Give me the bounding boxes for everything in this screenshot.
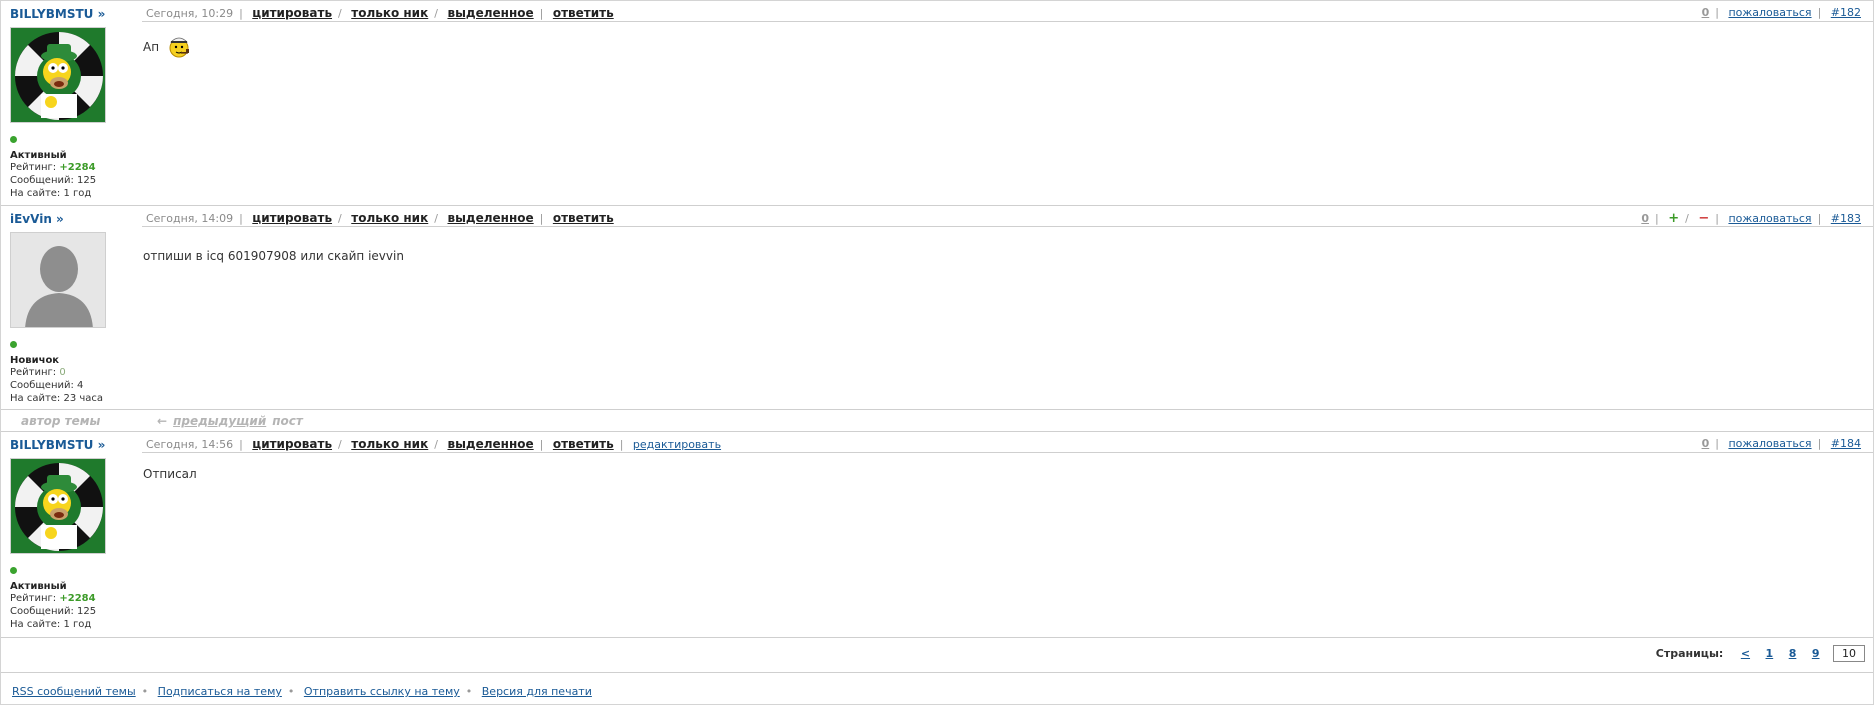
author-nick-link[interactable]: iEvVin » [10, 212, 64, 226]
user-onsite: На сайте: 1 год [10, 188, 92, 199]
complain-link[interactable]: пожаловаться [1728, 437, 1811, 450]
print-version-link[interactable]: Версия для печати [482, 685, 592, 698]
page-link-9[interactable]: 9 [1812, 647, 1820, 660]
reply-button[interactable]: ответить [553, 6, 614, 20]
online-status-dot [10, 567, 17, 574]
post-183: iEvVin » Новичок Рейтинг: 0 Сообщений: 4… [1, 206, 1873, 410]
topic-author-label: автор темы [21, 414, 101, 428]
user-rating-line: Рейтинг: +2284 [10, 592, 140, 605]
post-actions: Сегодня, 14:56 | цитировать / только ник / … [146, 437, 722, 451]
post-number-link[interactable]: #184 [1831, 437, 1861, 450]
prev-post-link-group: ← предыдущий пост [157, 414, 303, 428]
user-messages: Сообщений: 125 [10, 606, 97, 617]
rating-value: +2284 [59, 593, 96, 604]
post-182: BILLYBMSTU » Активный Рейтинг: +2284 Соо… [1, 1, 1873, 206]
rating-label: Рейтинг: [10, 162, 57, 173]
user-rating-line: Рейтинг: +2284 [10, 161, 140, 174]
post-header: Сегодня, 10:29 | цитировать / только ник / … [142, 1, 1873, 22]
quote-button[interactable]: цитировать [252, 437, 332, 451]
page-prev-link[interactable]: < [1741, 647, 1750, 660]
rating-label: Рейтинг: [10, 593, 57, 604]
send-link[interactable]: Отправить ссылку на тему [304, 685, 460, 698]
nick-only-button[interactable]: только ник [351, 437, 428, 451]
forum-topic-page: BILLYBMSTU » Активный Рейтинг: +2284 Соо… [0, 0, 1874, 705]
post-text: Ап [143, 40, 160, 54]
reply-button[interactable]: ответить [553, 211, 614, 225]
current-page-box: 10 [1833, 645, 1865, 662]
online-status-dot [10, 341, 17, 348]
edit-button[interactable]: редактировать [633, 438, 721, 451]
post-text: Отписал [143, 467, 197, 481]
votes-count[interactable]: 0 [1641, 212, 1649, 225]
page-link-1[interactable]: 1 [1766, 647, 1774, 660]
rating-label: Рейтинг: [10, 367, 57, 378]
pipe-smoking-smiley-icon [169, 37, 189, 58]
author-nick-link[interactable]: BILLYBMSTU » [10, 7, 105, 21]
user-messages: Сообщений: 4 [10, 380, 84, 391]
pagination-bar: Страницы: < 1 8 9 10 [1, 638, 1873, 673]
votes-count[interactable]: 0 [1702, 6, 1710, 19]
post-author-panel: BILLYBMSTU » Активный Рейтинг: +2284 Соо… [10, 7, 140, 200]
post-actions: Сегодня, 14:09 | цитировать / только ник / … [146, 211, 614, 225]
page-link-8[interactable]: 8 [1789, 647, 1797, 660]
pages-label: Страницы: [1655, 647, 1724, 660]
post-date: Сегодня, 10:29 [146, 7, 234, 20]
user-rating-line: Рейтинг: 0 [10, 366, 140, 379]
reply-button[interactable]: ответить [553, 437, 614, 451]
post-text: отпиши в icq 601907908 или скайп ievvin [143, 249, 404, 263]
homer-avatar-image [11, 459, 105, 553]
topic-footer-links: RSS сообщений темы • Подписаться на тему •… [12, 685, 592, 698]
left-arrow-icon: ← [157, 414, 168, 428]
prev-post-nav: автор темы ← предыдущий пост [1, 410, 1873, 432]
post-label: пост [272, 414, 303, 428]
post-author-panel: iEvVin » Новичок Рейтинг: 0 Сообщений: 4… [10, 212, 140, 405]
homer-avatar-image [11, 28, 105, 122]
user-messages: Сообщений: 125 [10, 175, 97, 186]
user-status: Активный [10, 581, 67, 592]
quote-selected-button[interactable]: выделенное [447, 211, 533, 225]
avatar[interactable] [10, 458, 106, 554]
post-body: Ап [143, 34, 191, 58]
pagination: Страницы: < 1 8 9 10 [1656, 645, 1865, 662]
post-tools: 0 | + / − | пожаловаться | #183 [1641, 211, 1861, 226]
quote-button[interactable]: цитировать [252, 6, 332, 20]
vote-minus-button[interactable]: − [1698, 211, 1709, 226]
post-number-link[interactable]: #182 [1831, 6, 1861, 19]
post-number-link[interactable]: #183 [1831, 212, 1861, 225]
author-nick-link[interactable]: BILLYBMSTU » [10, 438, 105, 452]
avatar[interactable] [10, 27, 106, 123]
user-onsite: На сайте: 23 часа [10, 393, 104, 404]
votes-count[interactable]: 0 [1702, 437, 1710, 450]
post-body: Отписал [143, 467, 197, 481]
quote-selected-button[interactable]: выделенное [447, 6, 533, 20]
rss-link[interactable]: RSS сообщений темы [12, 685, 136, 698]
post-header: Сегодня, 14:56 | цитировать / только ник / … [142, 432, 1873, 453]
complain-link[interactable]: пожаловаться [1728, 6, 1811, 19]
default-avatar-silhouette [11, 233, 105, 327]
nick-only-button[interactable]: только ник [351, 211, 428, 225]
online-status-dot [10, 136, 17, 143]
post-date: Сегодня, 14:09 [146, 212, 234, 225]
vote-plus-button[interactable]: + [1668, 211, 1679, 226]
post-author-panel: BILLYBMSTU » Активный Рейтинг: +2284 Соо… [10, 438, 140, 631]
user-status: Новичок [10, 355, 60, 366]
avatar[interactable] [10, 232, 106, 328]
quote-selected-button[interactable]: выделенное [447, 437, 533, 451]
post-body: отпиши в icq 601907908 или скайп ievvin [143, 249, 404, 263]
rating-value: +2284 [59, 162, 96, 173]
post-tools: 0 | пожаловаться | #182 [1701, 6, 1861, 19]
user-status: Активный [10, 150, 67, 161]
prev-post-link[interactable]: предыдущий [173, 414, 266, 428]
quote-button[interactable]: цитировать [252, 211, 332, 225]
post-header: Сегодня, 14:09 | цитировать / только ник / … [142, 206, 1873, 227]
user-onsite: На сайте: 1 год [10, 619, 92, 630]
complain-link[interactable]: пожаловаться [1728, 212, 1811, 225]
nick-only-button[interactable]: только ник [351, 6, 428, 20]
post-date: Сегодня, 14:56 [146, 438, 234, 451]
rating-value: 0 [59, 367, 66, 378]
subscribe-link[interactable]: Подписаться на тему [158, 685, 282, 698]
post-actions: Сегодня, 10:29 | цитировать / только ник / … [146, 6, 614, 20]
post-184: BILLYBMSTU » Активный Рейтинг: +2284 Соо… [1, 432, 1873, 638]
post-tools: 0 | пожаловаться | #184 [1701, 437, 1861, 450]
